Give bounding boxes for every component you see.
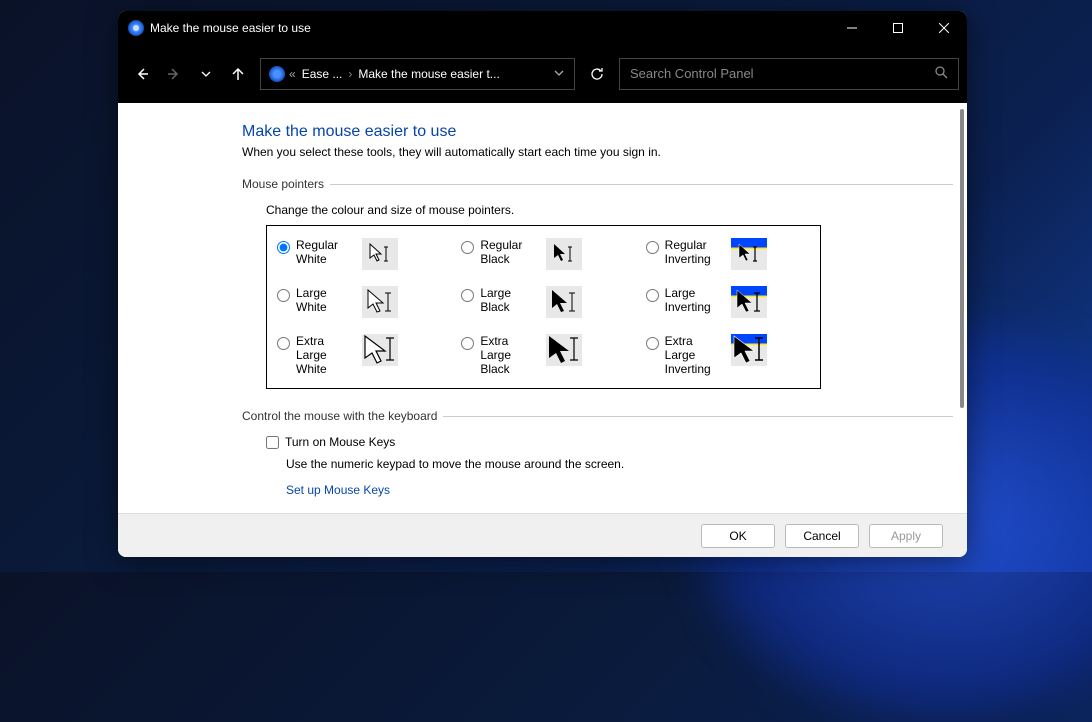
radio-extra-large-white[interactable] [277, 337, 290, 350]
preview-large-inverting [731, 286, 767, 318]
page-heading: Make the mouse easier to use [242, 123, 953, 141]
pointer-options-grid: Regular White Regular Black Regular Inve… [266, 225, 821, 389]
preview-regular-inverting [731, 238, 767, 270]
pointer-option-extra-large-black[interactable]: Extra Large Black [451, 326, 635, 384]
breadcrumb-segment-1[interactable]: Ease ... [296, 67, 349, 81]
search-box[interactable] [619, 58, 959, 90]
close-button[interactable] [921, 11, 967, 44]
preview-regular-white [362, 238, 398, 270]
search-icon[interactable] [934, 65, 948, 82]
setup-mouse-keys-link[interactable]: Set up Mouse Keys [286, 483, 953, 497]
up-button[interactable] [222, 58, 254, 90]
control-panel-icon [128, 20, 144, 36]
apply-button[interactable]: Apply [869, 524, 943, 548]
pointer-option-large-white[interactable]: Large White [267, 278, 451, 326]
forward-button[interactable] [158, 58, 190, 90]
search-input[interactable] [630, 66, 934, 81]
maximize-button[interactable] [875, 11, 921, 44]
content-area: Make the mouse easier to use When you se… [118, 103, 967, 513]
pointers-description: Change the colour and size of mouse poin… [266, 203, 953, 217]
back-button[interactable] [126, 58, 158, 90]
dialog-footer: OK Cancel Apply [118, 513, 967, 557]
radio-large-white[interactable] [277, 289, 290, 302]
pointer-option-large-inverting[interactable]: Large Inverting [636, 278, 820, 326]
mouse-keys-helper: Use the numeric keypad to move the mouse… [286, 457, 953, 471]
scrollbar-thumb[interactable] [960, 109, 964, 408]
radio-large-black[interactable] [461, 289, 474, 302]
pointer-option-extra-large-white[interactable]: Extra Large White [267, 326, 451, 384]
titlebar[interactable]: Make the mouse easier to use [118, 11, 967, 44]
preview-extra-large-black [546, 334, 582, 366]
toolbar: « Ease ... › Make the mouse easier t... [118, 44, 967, 103]
preview-large-black [546, 286, 582, 318]
section-keyboard-header: Control the mouse with the keyboard [242, 409, 953, 423]
address-icon [269, 66, 285, 82]
breadcrumb-segment-2[interactable]: Make the mouse easier t... [352, 67, 505, 81]
breadcrumb-ellipsis: « [289, 67, 296, 81]
pointer-option-extra-large-inverting[interactable]: Extra Large Inverting [636, 326, 820, 384]
address-dropdown-button[interactable] [548, 67, 570, 81]
preview-regular-black [546, 238, 582, 270]
page-subtitle: When you select these tools, they will a… [242, 145, 953, 159]
pointer-option-large-black[interactable]: Large Black [451, 278, 635, 326]
pointer-option-regular-black[interactable]: Regular Black [451, 230, 635, 278]
preview-extra-large-white [362, 334, 398, 366]
window-title: Make the mouse easier to use [150, 21, 829, 35]
refresh-button[interactable] [581, 67, 613, 81]
radio-regular-inverting[interactable] [646, 241, 659, 254]
pointer-option-regular-inverting[interactable]: Regular Inverting [636, 230, 820, 278]
address-bar[interactable]: « Ease ... › Make the mouse easier t... [260, 58, 575, 90]
scrollbar[interactable] [960, 109, 964, 507]
radio-extra-large-black[interactable] [461, 337, 474, 350]
preview-extra-large-inverting [731, 334, 767, 366]
radio-regular-white[interactable] [277, 241, 290, 254]
mouse-keys-checkbox-row[interactable]: Turn on Mouse Keys [266, 435, 953, 449]
mouse-keys-label: Turn on Mouse Keys [285, 435, 395, 449]
radio-large-inverting[interactable] [646, 289, 659, 302]
minimize-button[interactable] [829, 11, 875, 44]
preview-large-white [362, 286, 398, 318]
control-panel-window: Make the mouse easier to use « Ease ... … [118, 11, 967, 557]
section-mouse-pointers-header: Mouse pointers [242, 177, 953, 191]
cancel-button[interactable]: Cancel [785, 524, 859, 548]
recent-dropdown-button[interactable] [190, 58, 222, 90]
mouse-keys-checkbox[interactable] [266, 436, 279, 449]
radio-regular-black[interactable] [461, 241, 474, 254]
radio-extra-large-inverting[interactable] [646, 337, 659, 350]
ok-button[interactable]: OK [701, 524, 775, 548]
pointer-option-regular-white[interactable]: Regular White [267, 230, 451, 278]
